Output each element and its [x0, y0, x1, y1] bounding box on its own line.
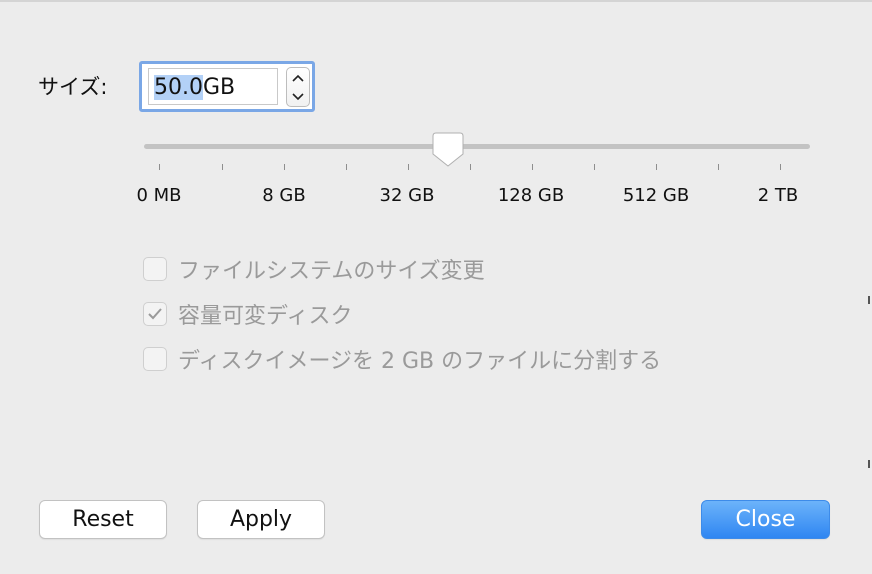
option-resize-filesystem[interactable]: ファイルシステムのサイズ変更	[143, 254, 485, 284]
reset-button[interactable]: Reset	[39, 500, 167, 539]
apply-button[interactable]: Apply	[197, 500, 325, 539]
checkmark-icon	[148, 308, 162, 320]
resize-filesystem-checkbox[interactable]	[143, 257, 167, 281]
option-sparse-disk[interactable]: 容量可変ディスク	[143, 299, 352, 329]
split-image-label: ディスクイメージを 2 GB のファイルに分割する	[178, 349, 662, 374]
slider-tick	[594, 164, 595, 170]
split-image-checkbox[interactable]	[143, 347, 167, 371]
slider-tick-label: 128 GB	[497, 185, 565, 206]
chevron-up-icon	[292, 74, 304, 82]
slider-tick	[159, 164, 160, 170]
slider-tick-label: 32 GB	[379, 185, 435, 206]
size-slider-thumb[interactable]	[432, 132, 464, 168]
slider-tick	[532, 164, 533, 170]
slider-tick-label: 8 GB	[262, 185, 306, 206]
close-button[interactable]: Close	[701, 500, 830, 539]
size-input-unit: GB	[202, 75, 236, 100]
slider-tick-label: 0 MB	[136, 185, 182, 206]
size-input-text: 50.0GB	[154, 75, 235, 101]
size-input-selected-text: 50.0	[154, 75, 203, 100]
size-field-container: 50.0GB	[139, 61, 315, 112]
slider-tick	[284, 164, 285, 170]
size-label: サイズ:	[38, 75, 108, 99]
window-top-border	[0, 0, 872, 2]
slider-tick	[470, 164, 471, 170]
slider-tick	[780, 164, 781, 170]
window-edge-mark	[868, 460, 870, 468]
stepper-down-button[interactable]	[287, 87, 309, 106]
slider-tick	[346, 164, 347, 170]
window-edge-mark	[868, 296, 870, 304]
slider-tick-label: 2 TB	[757, 185, 799, 206]
size-stepper[interactable]	[286, 67, 310, 107]
slider-tick	[718, 164, 719, 170]
stepper-up-button[interactable]	[287, 68, 309, 87]
slider-tick	[656, 164, 657, 170]
chevron-down-icon	[292, 92, 304, 100]
size-slider-track[interactable]	[144, 144, 810, 149]
sparse-disk-checkbox[interactable]	[143, 302, 167, 326]
slider-tick	[222, 164, 223, 170]
slider-tick	[408, 164, 409, 170]
option-split-image[interactable]: ディスクイメージを 2 GB のファイルに分割する	[143, 344, 661, 374]
resize-filesystem-label: ファイルシステムのサイズ変更	[178, 259, 485, 284]
slider-tick-label: 512 GB	[622, 185, 690, 206]
sparse-disk-label: 容量可変ディスク	[178, 304, 353, 329]
size-input[interactable]: 50.0GB	[148, 68, 278, 105]
